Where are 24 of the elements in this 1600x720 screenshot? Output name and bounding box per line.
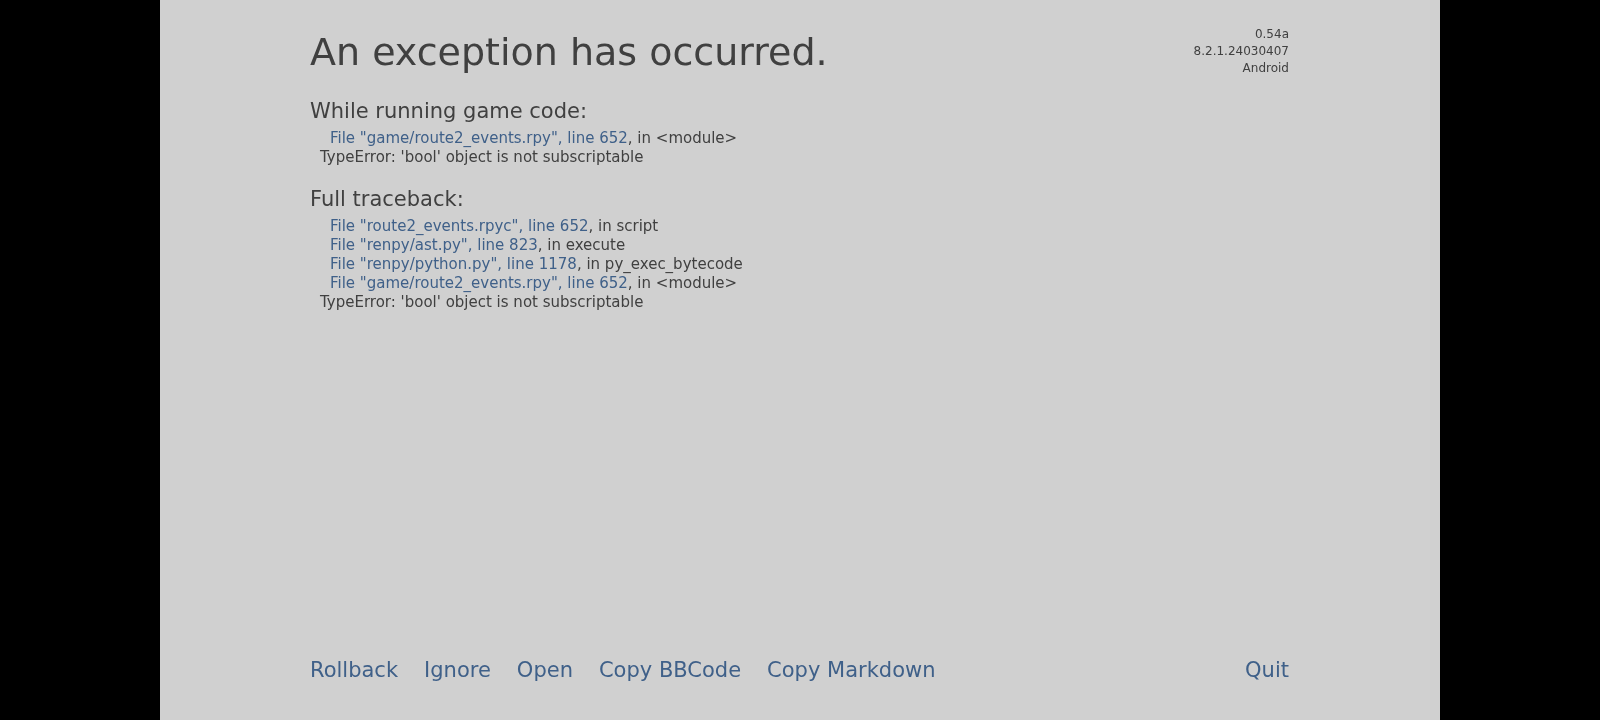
error-message: TypeError: 'bool' object is not subscriptable	[319, 293, 645, 312]
quit-button[interactable]: Quit	[1245, 658, 1289, 682]
file-link[interactable]: File "game/route2_events.rpy", line 652	[330, 129, 628, 147]
traceback-line: File "route2_events.rpyc", line 652, in script	[329, 217, 660, 236]
file-link[interactable]: File "route2_events.rpyc", line 652	[330, 217, 589, 235]
error-message: TypeError: 'bool' object is not subscriptable	[319, 148, 645, 167]
action-button[interactable]: Copy Markdown	[767, 658, 936, 682]
file-link[interactable]: File "renpy/python.py", line 1178	[330, 255, 577, 273]
action-button[interactable]: Rollback	[310, 658, 399, 682]
section-heading: While running game code:	[310, 99, 589, 123]
action-button[interactable]: Copy BBCode	[598, 658, 742, 682]
version-text: 8.2.1.24030407	[1193, 43, 1289, 60]
version-text: 0.54a	[1254, 26, 1289, 43]
version-text: Android	[1242, 60, 1289, 77]
page-title: An exception has occurred.	[310, 30, 828, 74]
action-button[interactable]: Ignore	[424, 658, 491, 682]
file-link[interactable]: File "renpy/ast.py", line 823	[330, 236, 538, 254]
traceback-line: File "game/route2_events.rpy", line 652, in <module>	[329, 274, 739, 293]
traceback-line: File "renpy/ast.py", line 823, in execute	[329, 236, 627, 255]
traceback-line: File "game/route2_events.rpy", line 652, in <module>	[329, 129, 739, 148]
section-heading: Full traceback:	[310, 187, 465, 211]
action-button[interactable]: Open	[516, 658, 573, 682]
traceback-line: File "renpy/python.py", line 1178, in py_exec_bytecode	[329, 255, 744, 274]
file-link[interactable]: File "game/route2_events.rpy", line 652	[330, 274, 628, 292]
